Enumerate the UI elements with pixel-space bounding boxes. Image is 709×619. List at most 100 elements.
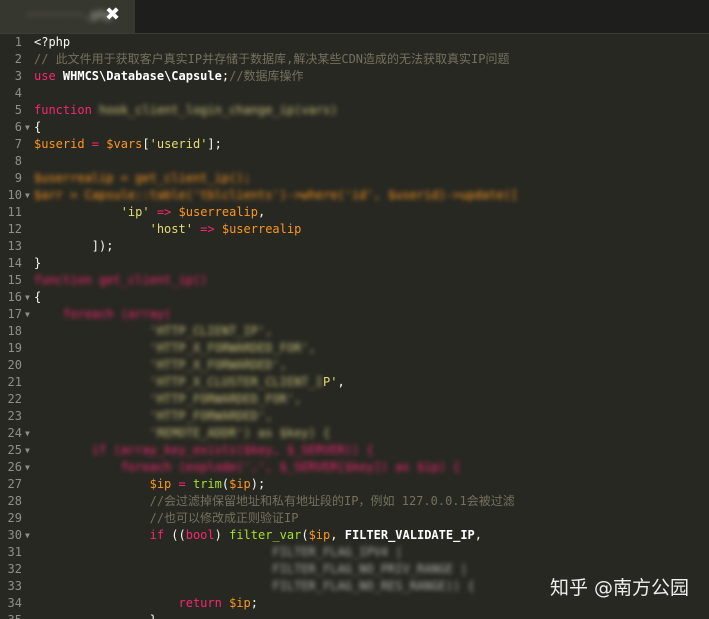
line-number: 21 — [0, 374, 34, 391]
fold-arrow-icon[interactable]: ▼ — [25, 425, 30, 442]
code-token: , — [258, 205, 266, 219]
code-token: [ — [142, 137, 150, 151]
code-token: 'REMOTE_ADDR') as $key) { — [149, 426, 331, 440]
code-line[interactable]: 'ip' => $userrealip, — [34, 204, 709, 221]
close-icon[interactable]: ✖ — [105, 4, 120, 25]
code-line[interactable]: 'HTTP_X_CLUSTER_CLIENT_IP', — [34, 374, 709, 391]
code-line[interactable]: use WHMCS\Database\Capsule;//数据库操作 — [34, 68, 709, 85]
fold-arrow-icon[interactable]: ▼ — [25, 459, 30, 476]
fold-arrow-icon[interactable]: ▼ — [25, 442, 30, 459]
line-number-text: 4 — [14, 86, 22, 100]
code-token: // 此文件用于获取客户真实IP并存储于数据库,解决某些CDN造成的无法获取真实… — [34, 52, 510, 66]
watermark: 知乎 @南方公园 — [549, 577, 689, 599]
code-area[interactable]: <?php // 此文件用于获取客户真实IP并存储于数据库,解决某些CDN造成的无… — [34, 34, 709, 619]
code-line[interactable]: foreach (array( — [34, 306, 709, 323]
code-line[interactable]: if ((bool) filter_var($ip, FILTER_VALIDA… — [34, 527, 709, 544]
code-line[interactable]: // 此文件用于获取客户真实IP并存储于数据库,解决某些CDN造成的无法获取真实… — [34, 51, 709, 68]
code-line[interactable] — [34, 85, 709, 102]
line-number-text: 30 — [7, 528, 22, 542]
code-line[interactable]: //会过滤掉保留地址和私有地址段的IP，例如 127.0.0.1会被过滤 — [34, 493, 709, 510]
line-number-text: 18 — [7, 324, 22, 338]
line-number: 19 — [0, 340, 34, 357]
code-token: ]); — [34, 239, 114, 253]
code-token: $ip — [308, 528, 331, 542]
line-number-text: 7 — [14, 137, 22, 151]
line-number: 16 ▼ — [0, 289, 34, 306]
line-number: 20 — [0, 357, 34, 374]
code-line[interactable]: <?php — [34, 34, 709, 51]
code-token: , — [474, 528, 482, 542]
line-number: 22 — [0, 391, 34, 408]
code-line[interactable] — [34, 153, 709, 170]
line-number-text: 26 — [7, 460, 22, 474]
code-line[interactable]: } — [34, 612, 709, 619]
code-token: $ip — [149, 477, 172, 491]
code-token: //数据库操作 — [229, 69, 304, 83]
code-token: function — [34, 103, 100, 117]
code-line[interactable]: foreach (explode(',', $_SERVER[$key]) as… — [34, 459, 709, 476]
code-line[interactable]: $userrealip = get_client_ip(); — [34, 170, 709, 187]
code-token: } — [34, 256, 42, 270]
code-line[interactable]: function get_client_ip() — [34, 272, 709, 289]
code-line[interactable]: ]); — [34, 238, 709, 255]
fold-arrow-icon[interactable]: ▼ — [25, 527, 30, 544]
code-token: = — [84, 137, 107, 151]
code-line[interactable]: $arr = Capsule::table('tblclients')->whe… — [34, 187, 709, 204]
line-number: 1 — [0, 34, 34, 51]
line-number: 34 — [0, 595, 34, 612]
code-line[interactable]: { — [34, 119, 709, 136]
line-number-text: 25 — [7, 443, 22, 457]
fold-arrow-icon[interactable]: ▼ — [25, 306, 30, 323]
code-line[interactable]: 'host' => $userrealip — [34, 221, 709, 238]
code-token: foreach (explode(',', $_SERVER[$key]) as… — [120, 460, 461, 474]
line-number: 11 — [0, 204, 34, 221]
code-token: trim — [192, 477, 222, 491]
code-line[interactable]: } — [34, 255, 709, 272]
line-number: 13 — [0, 238, 34, 255]
code-line[interactable]: if (array_key_exists($key, $_SERVER)) { — [34, 442, 709, 459]
line-number: 18 — [0, 323, 34, 340]
code-token: hook_client_login_change_ip(vars) — [99, 103, 338, 117]
code-line[interactable]: $ip = trim($ip); — [34, 476, 709, 493]
line-number: 10 ▼ — [0, 187, 34, 204]
fold-arrow-icon[interactable]: ▼ — [25, 289, 30, 306]
code-line[interactable]: 'HTTP_CLIENT_IP', — [34, 323, 709, 340]
code-line[interactable]: 'HTTP_X_FORWARDED', — [34, 357, 709, 374]
code-token: => — [192, 222, 222, 236]
file-tab[interactable]: ········.php ✖ — [0, 0, 135, 33]
line-number-text: 24 — [7, 426, 22, 440]
code-token: FILTER_FLAG_NO_PRIV_RANGE | — [272, 562, 468, 576]
code-line[interactable]: 'HTTP_FORWARDED', — [34, 408, 709, 425]
file-tab-title[interactable]: ········.php — [26, 8, 113, 22]
code-line[interactable]: 'HTTP_X_FORWARDED_FOR', — [34, 340, 709, 357]
code-line[interactable]: $userid = $vars['userid']; — [34, 136, 709, 153]
code-line[interactable]: function hook_client_login_change_ip(var… — [34, 102, 709, 119]
line-number-gutter: 1 2 3 4 5 6 ▼ 7 8 9 10 ▼ 11 12 13 14 15 16 ▼ 17 ▼ 18 19 20 21 22 2… — [0, 34, 34, 619]
code-line[interactable]: FILTER_FLAG_IPV4 | — [34, 544, 709, 561]
line-number: 31 — [0, 544, 34, 561]
code-token: if (array_key_exists($key, $_SERVER)) { — [91, 443, 374, 457]
code-token: , — [337, 375, 345, 389]
fold-arrow-icon[interactable]: ▼ — [25, 187, 30, 204]
code-line[interactable]: 'HTTP_FORWARDED_FOR', — [34, 391, 709, 408]
code-token: 'host' — [149, 222, 193, 236]
line-number-text: 8 — [14, 154, 22, 168]
fold-arrow-icon[interactable]: ▼ — [25, 119, 30, 136]
line-number-text: 1 — [14, 35, 22, 49]
code-line[interactable]: { — [34, 289, 709, 306]
code-line[interactable]: 'REMOTE_ADDR') as $key) { — [34, 425, 709, 442]
line-number-text: 29 — [7, 511, 22, 525]
line-number-text: 11 — [7, 205, 22, 219]
code-token: foreach (array( — [62, 307, 172, 321]
code-line[interactable]: //也可以修改成正则验证IP — [34, 510, 709, 527]
